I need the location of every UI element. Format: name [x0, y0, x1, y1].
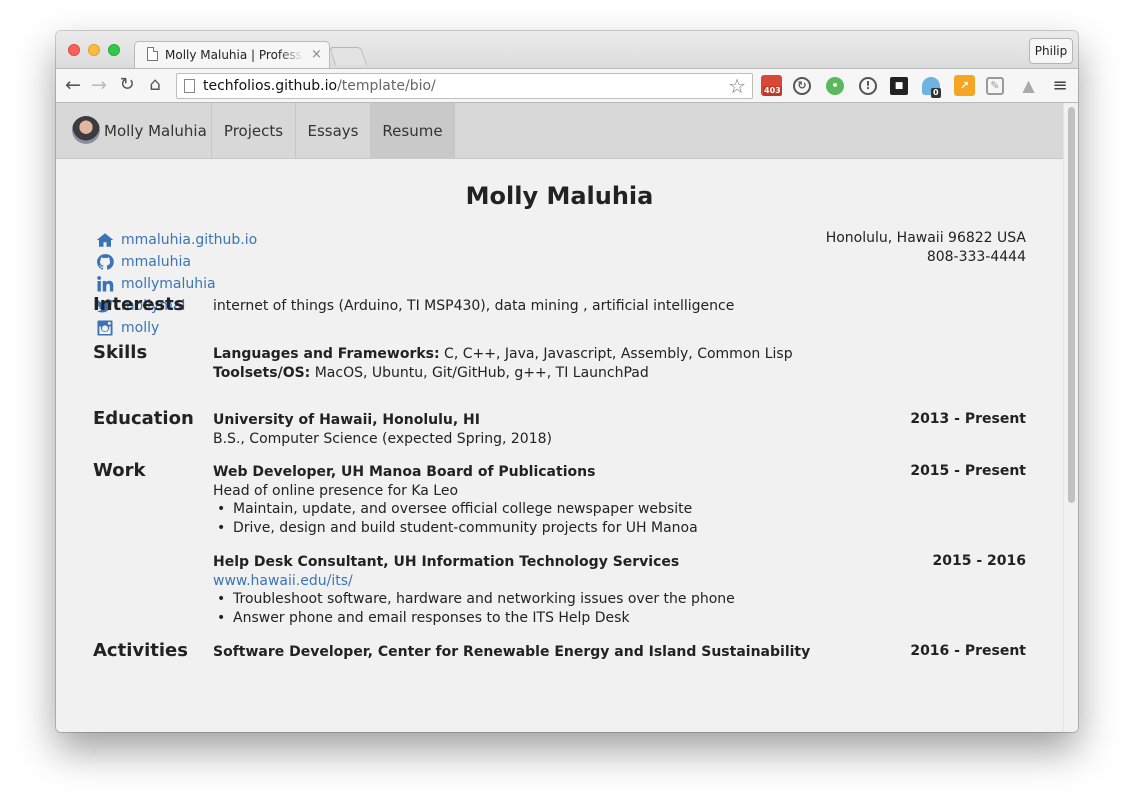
extension-1-badge: 403: [763, 86, 782, 96]
url-host: techfolios.github.io: [203, 78, 338, 94]
forward-arrow-icon[interactable]: →: [88, 74, 110, 96]
extension-6-badge: 0: [931, 88, 941, 98]
browser-tab[interactable]: Molly Maluhia | Professional Portfolio ×: [134, 41, 330, 68]
address-line: Honolulu, Hawaii 96822 USA: [825, 230, 1026, 246]
contact-website[interactable]: mmaluhia.github.io: [96, 229, 257, 251]
skills-languages-label: Languages and Frameworks:: [213, 346, 440, 362]
zoom-window-button[interactable]: [108, 44, 120, 56]
resume-name: Molly Maluhia: [465, 182, 654, 210]
nav-resume[interactable]: Resume: [371, 103, 455, 159]
resume-content: Molly Maluhia mmaluhia.github.io mmaluhi…: [56, 159, 1063, 732]
new-tab-button[interactable]: [329, 47, 367, 65]
tab-close-icon[interactable]: ×: [311, 47, 322, 62]
page-viewport: Molly Maluhia Projects Essays Resume Mol…: [56, 103, 1078, 732]
contact-github[interactable]: mmaluhia: [96, 251, 257, 273]
extension-info-icon[interactable]: !: [859, 77, 877, 95]
job-2-bullet: Troubleshoot software, hardware and netw…: [217, 591, 735, 607]
extension-chat-icon[interactable]: •: [826, 77, 844, 95]
tab-title: Molly Maluhia | Professional Portfolio: [165, 48, 303, 62]
contact-list: mmaluhia.github.io mmaluhia mollymaluhia…: [96, 229, 257, 339]
extension-drive-icon[interactable]: ▲: [1018, 75, 1039, 96]
nav-essays[interactable]: Essays: [296, 103, 371, 159]
linkedin-icon: [97, 276, 114, 292]
skills-toolsets-label: Toolsets/OS:: [213, 365, 311, 381]
browser-toolbar: ← → ↻ ⌂ techfolios.github.io/template/bi…: [56, 68, 1078, 103]
skills-toolsets-value: MacOS, Ubuntu, Git/GitHub, g++, TI Launc…: [310, 365, 649, 381]
education-school-name: University of Hawaii, Honolulu, HI: [213, 412, 480, 428]
skills-languages: Languages and Frameworks: C, C++, Java, …: [213, 345, 793, 364]
education-dates: 2013 - Present: [910, 411, 1026, 427]
interests-text: internet of things (Arduino, TI MSP430),…: [213, 298, 735, 314]
close-window-button[interactable]: [68, 44, 80, 56]
job-2-title-text: Help Desk Consultant, UH Information Tec…: [213, 554, 680, 570]
contact-website-label: mmaluhia.github.io: [121, 232, 258, 248]
contact-linkedin-label: mollymaluhia: [121, 276, 216, 292]
extension-edit-icon[interactable]: ✎: [986, 77, 1004, 95]
address-bar[interactable]: techfolios.github.io/template/bio/ ☆: [176, 73, 753, 99]
job-2-dates: 2015 - 2016: [932, 553, 1027, 569]
job-2-bullet: Answer phone and email responses to the …: [217, 610, 630, 626]
avatar: [72, 116, 100, 144]
job-2-link[interactable]: www.hawaii.edu/its/: [213, 572, 353, 591]
contact-instagram-label: molly: [121, 320, 160, 336]
reload-icon[interactable]: ↻: [116, 74, 138, 96]
work-heading: Work: [93, 460, 146, 481]
profile-button[interactable]: Philip: [1029, 38, 1073, 64]
nav-projects[interactable]: Projects: [212, 103, 296, 159]
menu-hamburger-icon[interactable]: ≡: [1051, 75, 1069, 97]
home-button-icon[interactable]: ⌂: [144, 74, 166, 96]
browser-window: Molly Maluhia | Professional Portfolio ×…: [56, 31, 1078, 732]
bookmark-star-icon[interactable]: ☆: [728, 74, 746, 98]
brand-label: Molly Maluhia: [104, 122, 207, 140]
home-icon: [96, 233, 114, 247]
back-arrow-icon[interactable]: ←: [62, 74, 84, 96]
skills-languages-value: C, C++, Java, Javascript, Assembly, Comm…: [439, 346, 793, 362]
url-text[interactable]: techfolios.github.io/template/bio/: [203, 78, 436, 94]
extension-chart-icon[interactable]: ↗: [954, 75, 975, 96]
site-navbar: Molly Maluhia Projects Essays Resume: [56, 103, 1063, 159]
tab-bar: Molly Maluhia | Professional Portfolio ×…: [56, 31, 1078, 68]
job-1-bullet: Maintain, update, and oversee official c…: [217, 501, 692, 517]
phone-number: 808-333-4444: [926, 249, 1026, 265]
activities-heading: Activities: [93, 640, 188, 661]
contact-instagram[interactable]: molly: [96, 317, 257, 339]
activity-title: Software Developer, Center for Renewable…: [213, 643, 810, 662]
minimize-window-button[interactable]: [88, 44, 100, 56]
instagram-icon: [97, 320, 113, 336]
job-1-summary: Head of online presence for Ka Leo: [213, 483, 459, 499]
activity-dates: 2016 - Present: [910, 643, 1026, 659]
job-1-dates: 2015 - Present: [910, 463, 1026, 479]
job-1-title: Web Developer, UH Manoa Board of Publica…: [213, 463, 595, 482]
contact-linkedin[interactable]: mollymaluhia: [96, 273, 257, 295]
page-scrollbar[interactable]: [1063, 103, 1078, 732]
education-school: University of Hawaii, Honolulu, HI: [213, 411, 480, 430]
scrollbar-thumb[interactable]: [1068, 107, 1075, 503]
extension-1-icon[interactable]: 403: [761, 75, 782, 96]
extension-ghost-icon[interactable]: 0: [922, 77, 941, 98]
page-info-icon[interactable]: [184, 79, 195, 93]
job-1-title-text: Web Developer, UH Manoa Board of Publica…: [213, 464, 596, 480]
page-icon: [147, 47, 158, 61]
skills-toolsets: Toolsets/OS: MacOS, Ubuntu, Git/GitHub, …: [213, 364, 649, 383]
job-2-title: Help Desk Consultant, UH Information Tec…: [213, 553, 679, 572]
address-block: Honolulu, Hawaii 96822 USA 808-333-4444: [826, 229, 1026, 267]
github-icon: [97, 254, 114, 270]
extension-jb-icon[interactable]: ■: [890, 77, 908, 95]
skills-heading: Skills: [93, 342, 148, 363]
education-degree: B.S., Computer Science (expected Spring,…: [213, 431, 552, 447]
extension-sync-icon[interactable]: ↻: [793, 77, 811, 95]
education-heading: Education: [93, 408, 194, 429]
interests-heading: Interests: [93, 294, 185, 315]
nav-brand[interactable]: Molly Maluhia: [56, 103, 212, 159]
job-1-bullet: Drive, design and build student-communit…: [217, 520, 698, 536]
activity-title-text: Software Developer, Center for Renewable…: [213, 644, 811, 660]
url-path: /template/bio/: [337, 78, 436, 94]
contact-github-label: mmaluhia: [121, 254, 191, 270]
